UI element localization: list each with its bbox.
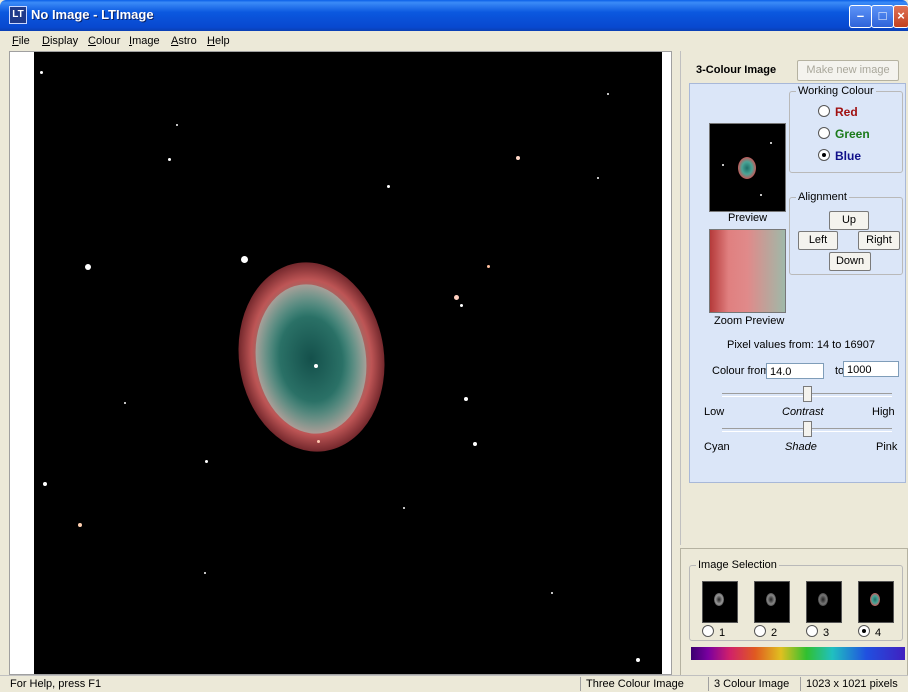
menu-colour[interactable]: Colour [88, 35, 120, 47]
window-title: No Image - LTImage [31, 7, 154, 22]
contrast-low-label: Low [704, 406, 725, 418]
star [40, 71, 43, 74]
menu-image[interactable]: Image [129, 35, 160, 47]
radio-green-circle[interactable] [818, 127, 830, 139]
panel-title: 3-Colour Image [696, 64, 777, 76]
menu-bar: File Display Colour Image Astro Help [0, 31, 908, 51]
contrast-high-label: High [872, 406, 895, 418]
zoom-preview-image [709, 229, 786, 313]
panel-body: Preview Working Colour Red Green Blue Zo… [689, 83, 906, 483]
three-colour-panel: 3-Colour Image Make new image Preview Wo… [680, 51, 908, 545]
star [205, 460, 208, 463]
colour-from-label: Colour from: [712, 365, 773, 377]
star [473, 442, 477, 446]
align-right-button[interactable]: Right [858, 231, 900, 250]
status-separator [708, 677, 709, 691]
preview-label: Preview [728, 212, 768, 224]
minimize-button[interactable]: – [849, 5, 872, 28]
star [597, 177, 599, 179]
star [78, 523, 82, 527]
star [516, 156, 520, 160]
close-button[interactable]: × [893, 5, 908, 28]
radio-red[interactable]: Red [818, 105, 858, 119]
image-thumbnail-3[interactable] [806, 581, 842, 623]
star [314, 364, 318, 368]
image-select-radio-4[interactable]: 4 [858, 625, 881, 639]
image-selection-panel: Image Selection 1 2 3 4 [680, 548, 908, 676]
align-left-button[interactable]: Left [798, 231, 838, 250]
image-select-radio-2[interactable]: 2 [754, 625, 777, 639]
colour-to-input[interactable]: 1000 [843, 361, 899, 377]
star [760, 194, 762, 196]
align-up-button[interactable]: Up [829, 211, 869, 230]
star [241, 256, 248, 263]
pixel-values-text: Pixel values from: 14 to 16907 [727, 339, 875, 351]
status-separator [800, 677, 801, 691]
menu-display[interactable]: Display [42, 35, 78, 47]
status-mode: Three Colour Image [586, 678, 684, 690]
star [176, 124, 178, 126]
star [464, 397, 468, 401]
shade-slider-thumb[interactable] [803, 421, 812, 437]
menu-help[interactable]: Help [207, 35, 230, 47]
menu-file[interactable]: File [12, 35, 30, 47]
title-bar: LT No Image - LTImage – □ × [0, 0, 908, 31]
zoom-preview-label: Zoom Preview [714, 315, 785, 327]
preview-nebula [738, 157, 756, 179]
menu-astro[interactable]: Astro [171, 35, 197, 47]
star [403, 507, 405, 509]
image-thumbnail-2[interactable] [754, 581, 790, 623]
star [770, 142, 772, 144]
radio-blue-circle[interactable] [818, 149, 830, 161]
image-selection-legend: Image Selection [698, 559, 777, 571]
colour-from-input[interactable]: 14.0 [766, 363, 824, 379]
image-select-radio-1[interactable]: 1 [702, 625, 725, 639]
star [487, 265, 490, 268]
star [85, 264, 91, 270]
contrast-slider-thumb[interactable] [803, 386, 812, 402]
image-select-radio-3[interactable]: 3 [806, 625, 829, 639]
star [636, 658, 640, 662]
status-size: 1023 x 1021 pixels [806, 678, 898, 690]
alignment-legend: Alignment [798, 191, 847, 203]
shade-label: Shade [785, 441, 817, 453]
app-icon: LT [9, 6, 27, 24]
star [387, 185, 390, 188]
shade-high-label: Pink [876, 441, 898, 453]
star [722, 164, 724, 166]
status-separator [580, 677, 581, 691]
star [168, 158, 171, 161]
star [551, 592, 553, 594]
maximize-button[interactable]: □ [871, 5, 894, 28]
star [204, 572, 206, 574]
make-new-image-button[interactable]: Make new image [797, 60, 899, 81]
radio-green[interactable]: Green [818, 127, 870, 141]
image-thumbnail-4[interactable] [858, 581, 894, 623]
radio-blue[interactable]: Blue [818, 149, 861, 163]
star [454, 295, 459, 300]
status-type: 3 Colour Image [714, 678, 790, 690]
star [124, 402, 126, 404]
star [317, 440, 320, 443]
star [607, 93, 609, 95]
shade-low-label: Cyan [704, 441, 730, 453]
status-bar: For Help, press F1 Three Colour Image 3 … [0, 675, 908, 692]
image-thumbnail-1[interactable] [702, 581, 738, 623]
star [43, 482, 47, 486]
contrast-label: Contrast [782, 406, 824, 418]
nebula-image[interactable] [34, 52, 662, 674]
align-down-button[interactable]: Down [829, 252, 871, 271]
star [460, 304, 463, 307]
working-colour-legend: Working Colour [798, 85, 874, 97]
status-help: For Help, press F1 [10, 678, 102, 690]
radio-red-circle[interactable] [818, 105, 830, 117]
image-view[interactable] [9, 51, 672, 675]
colour-spectrum-bar [691, 647, 905, 660]
preview-image [709, 123, 786, 212]
